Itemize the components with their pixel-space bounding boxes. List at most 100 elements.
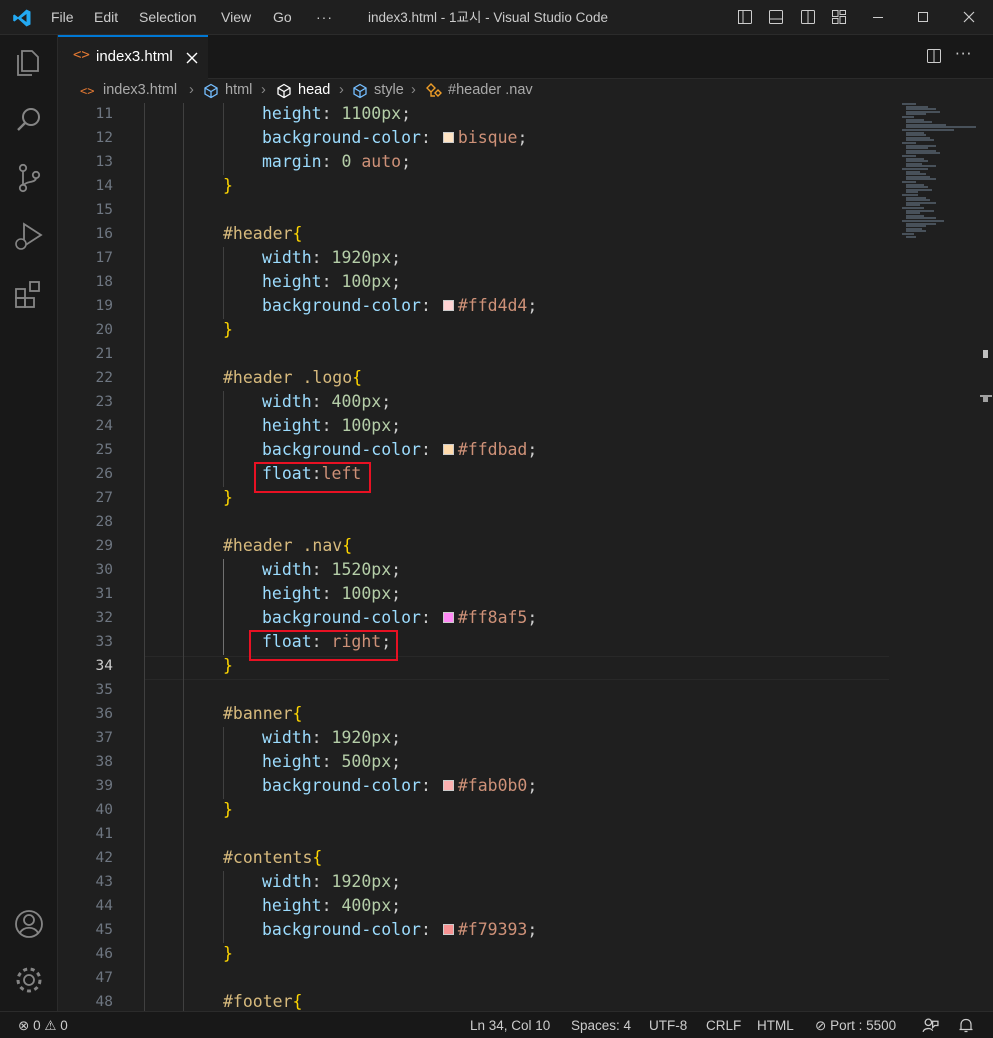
indent-guide <box>223 727 224 799</box>
toggle-panel-icon[interactable] <box>768 9 784 25</box>
port-label: Port : 5500 <box>830 1018 897 1033</box>
line-number: 38 <box>95 754 113 770</box>
indent-guide <box>223 103 224 175</box>
line-number: 47 <box>95 970 113 986</box>
tab-index3-html[interactable]: <> index3.html <box>58 35 208 79</box>
line-number: 11 <box>95 106 113 122</box>
line-number: 35 <box>95 682 113 698</box>
vscode-logo-icon[interactable] <box>12 8 32 28</box>
code-line: } <box>223 176 233 195</box>
feedback-icon[interactable] <box>922 1017 939 1034</box>
explorer-icon[interactable] <box>12 45 46 79</box>
code-line: background-color: bisque; <box>262 128 528 147</box>
line-number: 28 <box>95 514 113 530</box>
split-editor-icon[interactable] <box>926 48 942 64</box>
code-line: height: 100px; <box>262 584 402 603</box>
indent-guide <box>144 103 145 1011</box>
code-line: height: 500px; <box>262 752 402 771</box>
live-server-port[interactable]: ⊘ Port : 5500 <box>815 1018 896 1034</box>
color-swatch[interactable] <box>442 444 454 455</box>
line-number: 29 <box>95 538 113 554</box>
source-control-icon[interactable] <box>12 161 46 195</box>
cursor-position[interactable]: Ln 34, Col 10 <box>470 1018 550 1033</box>
menu-more[interactable]: ··· <box>316 0 333 35</box>
menu-go[interactable]: Go <box>273 0 292 35</box>
tab-close-icon[interactable] <box>185 51 199 65</box>
run-debug-icon[interactable] <box>12 219 46 253</box>
search-icon[interactable] <box>12 103 46 137</box>
line-number: 23 <box>95 394 113 410</box>
line-number: 44 <box>95 898 113 914</box>
end-of-line[interactable]: CRLF <box>706 1018 741 1033</box>
code-line: #contents{ <box>223 848 323 867</box>
indent-guide <box>223 391 224 487</box>
code-line: } <box>223 800 233 819</box>
toggle-primary-sidebar-icon[interactable] <box>737 9 753 25</box>
indent-guide <box>183 103 184 1011</box>
activity-bar <box>0 35 58 1011</box>
line-number: 24 <box>95 418 113 434</box>
code-line: height: 1100px; <box>262 104 412 123</box>
extensions-icon[interactable] <box>12 277 46 311</box>
breadcrumb-html[interactable]: html <box>225 82 252 98</box>
breadcrumb-head[interactable]: head <box>298 82 330 98</box>
code-line: #footer{ <box>223 992 303 1011</box>
chevron-right-icon: › <box>411 82 416 98</box>
line-number: 20 <box>95 322 113 338</box>
color-swatch[interactable] <box>442 612 454 623</box>
language-mode[interactable]: HTML <box>757 1018 794 1033</box>
line-number: 13 <box>95 154 113 170</box>
menu-edit[interactable]: Edit <box>94 0 118 35</box>
menu-selection[interactable]: Selection <box>139 0 197 35</box>
color-swatch[interactable] <box>442 300 454 311</box>
toggle-secondary-sidebar-icon[interactable] <box>800 9 816 25</box>
minimize-icon[interactable] <box>870 9 886 25</box>
line-number: 40 <box>95 802 113 818</box>
line-number: 30 <box>95 562 113 578</box>
code-line: #header .nav{ <box>223 536 353 555</box>
code-line: margin: 0 auto; <box>262 152 412 171</box>
code-line: width: 1920px; <box>262 248 402 267</box>
window-title: index3.html - 1교시 - Visual Studio Code <box>368 10 608 25</box>
minimap[interactable] <box>898 103 978 243</box>
line-number: 36 <box>95 706 113 722</box>
indentation[interactable]: Spaces: 4 <box>571 1018 631 1033</box>
code-line: } <box>223 320 233 339</box>
line-number: 43 <box>95 874 113 890</box>
encoding[interactable]: UTF-8 <box>649 1018 687 1033</box>
breadcrumb: <> index3.html › html › head › style › #… <box>58 79 993 103</box>
color-swatch[interactable] <box>442 132 454 143</box>
line-number: 19 <box>95 298 113 314</box>
more-actions-icon[interactable]: ··· <box>955 45 972 63</box>
code-editor[interactable]: 11 height: 1100px; 12 background-color: bis… <box>58 103 993 1011</box>
accounts-icon[interactable] <box>12 907 46 941</box>
breadcrumb-style[interactable]: style <box>374 82 404 98</box>
color-swatch[interactable] <box>442 924 454 935</box>
code-line: background-color: #fab0b0; <box>262 776 538 795</box>
notifications-bell-icon[interactable] <box>958 1017 974 1034</box>
error-count: 0 <box>33 1018 41 1033</box>
minimap-line <box>906 235 916 238</box>
menu-view[interactable]: View <box>221 0 251 35</box>
line-number: 25 <box>95 442 113 458</box>
problems-indicator[interactable]: ⊗ 0 ⚠ 0 <box>18 1018 68 1034</box>
menu-file[interactable]: File <box>51 0 74 35</box>
warning-icon: ⚠ <box>44 1018 57 1033</box>
breadcrumb-file[interactable]: index3.html <box>103 82 177 98</box>
vertical-scrollbar[interactable] <box>980 340 992 420</box>
close-icon[interactable] <box>961 9 977 25</box>
symbol-element-icon <box>353 83 367 99</box>
color-swatch[interactable] <box>442 780 454 791</box>
breadcrumb-selector[interactable]: #header .nav <box>448 82 533 98</box>
code-line: width: 1520px; <box>262 560 402 579</box>
maximize-icon[interactable] <box>915 9 931 25</box>
line-number: 34 <box>95 658 113 674</box>
code-line: background-color: #ffd4d4; <box>262 296 538 315</box>
manage-gear-icon[interactable] <box>12 963 46 997</box>
line-number: 39 <box>95 778 113 794</box>
code-line: #header .logo{ <box>223 368 363 387</box>
code-line: height: 100px; <box>262 272 402 291</box>
line-number: 41 <box>95 826 113 842</box>
customize-layout-icon[interactable] <box>831 9 847 25</box>
line-number: 22 <box>95 370 113 386</box>
